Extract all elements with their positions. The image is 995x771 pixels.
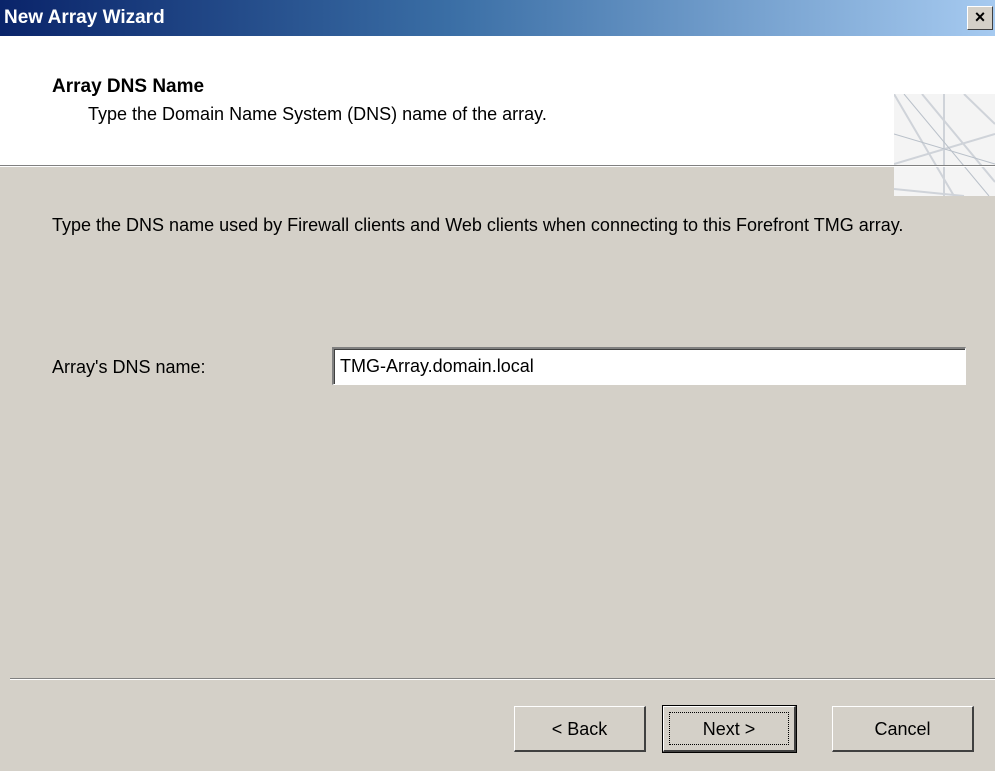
wizard-banner-graphic xyxy=(894,94,995,196)
page-subtitle: Type the Domain Name System (DNS) name o… xyxy=(88,104,547,124)
cancel-button[interactable]: Cancel xyxy=(832,706,974,752)
close-button[interactable]: × xyxy=(967,6,993,30)
next-button[interactable]: Next > xyxy=(662,705,797,753)
instructions-text: Type the DNS name used by Firewall clien… xyxy=(52,215,904,235)
wizard-header: Array DNS Name Type the Domain Name Syst… xyxy=(0,36,995,196)
back-button[interactable]: < Back xyxy=(514,706,646,752)
focus-rectangle xyxy=(669,712,789,745)
window-title: New Array Wizard xyxy=(4,7,165,28)
header-divider xyxy=(0,165,995,167)
page-title: Array DNS Name xyxy=(52,76,205,97)
dns-name-input[interactable] xyxy=(332,347,966,385)
dns-name-label: Array's DNS name: xyxy=(52,357,206,377)
wizard-window: New Array Wizard × Array DNS Name Type t… xyxy=(0,0,995,771)
footer-divider xyxy=(10,678,995,680)
title-bar: New Array Wizard × xyxy=(0,0,995,36)
